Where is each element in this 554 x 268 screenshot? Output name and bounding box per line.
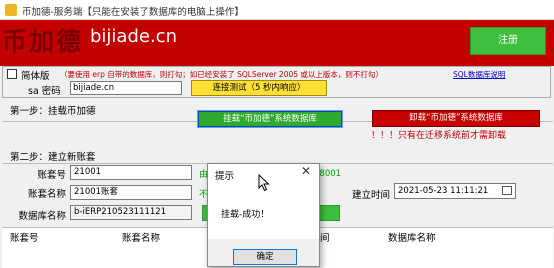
database-name-input[interactable]: b-iERP210523111121: [70, 205, 192, 220]
column-header-database-name[interactable]: 数据库名称: [388, 230, 436, 244]
sa-password-label: sa 密码: [28, 86, 61, 97]
dialog-message: 挂载-成功！: [221, 210, 270, 220]
dialog-title: 提示: [215, 171, 235, 182]
sa-password-input[interactable]: bijiade.cn: [70, 81, 182, 95]
unmount-database-button[interactable]: 卸载“币加德”系统数据库: [372, 110, 540, 127]
calendar-icon[interactable]: [502, 186, 512, 195]
create-time-label: 建立时间: [352, 190, 391, 201]
brand-logo-chinese: 币加德: [2, 27, 84, 56]
database-hint-text: （要使用 erp 自带的数据库，则打勾；如已经安装了 SQLServer 200…: [60, 70, 383, 79]
register-button[interactable]: 注册: [470, 27, 546, 55]
mouse-pointer-icon: [258, 174, 270, 192]
step1-heading: 第一步：挂载币加德: [10, 106, 96, 117]
account-name-input[interactable]: 21001账套: [70, 185, 192, 200]
account-name-label: 账套名称: [27, 189, 66, 200]
account-number-input[interactable]: 21001: [70, 165, 192, 180]
mount-database-button[interactable]: 挂载“币加德”系统数据库: [197, 110, 343, 128]
column-header-account-name[interactable]: 账套名称: [122, 230, 160, 244]
account-number-label: 账套号: [37, 170, 66, 181]
unmount-warning-text: ！！！只有在迁移系统前才需卸载: [371, 131, 507, 141]
column-header-time[interactable]: 间: [320, 230, 330, 244]
window-title: 币加德-服务端【只能在安装了数据库的电脑上操作】: [22, 7, 244, 18]
database-name-label: 数据库名称: [18, 211, 66, 222]
create-time-picker[interactable]: 2021-05-23 11:11:21: [394, 183, 516, 199]
column-header-account-number[interactable]: 账套号: [10, 230, 39, 244]
app-icon: [5, 4, 17, 16]
test-connection-button[interactable]: 连接测试（5 秒内响应）: [191, 80, 327, 96]
brand-logo-url: bijiade.cn: [90, 26, 177, 47]
close-icon[interactable]: ✕: [301, 164, 311, 178]
sql-database-help-link[interactable]: SQL数据库说明: [453, 69, 505, 80]
simplified-version-checkbox[interactable]: [7, 69, 17, 79]
step2-heading: 第二步：建立新账套: [10, 152, 96, 163]
ok-button[interactable]: 确定: [233, 249, 297, 265]
simplified-version-label: 简体版: [21, 71, 50, 82]
